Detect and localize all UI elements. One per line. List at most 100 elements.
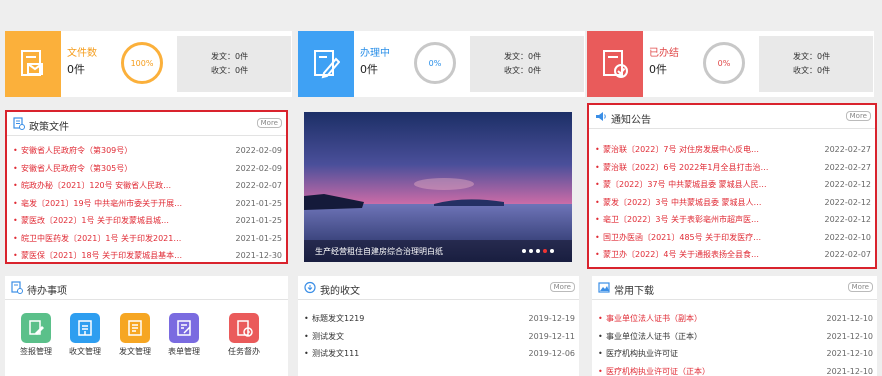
carousel-dot[interactable] bbox=[550, 249, 554, 253]
stat-received: 收文：0件 bbox=[211, 66, 249, 75]
sign-edit-icon bbox=[29, 320, 44, 335]
item-title[interactable]: 国卫办医函〔2021〕485号 关于印发医疗… bbox=[603, 229, 761, 247]
item-date: 2021-12-10 bbox=[826, 366, 874, 376]
list-item[interactable]: • 蒙医改〔2022〕1号 关于印发蒙城县城… 2021-01-25 bbox=[13, 212, 282, 230]
todo-item[interactable]: 签报管理 bbox=[14, 313, 58, 357]
todo-panel-header: 待办事项 bbox=[5, 276, 288, 300]
item-title[interactable]: 安徽省人民政府令（第305号） bbox=[21, 160, 132, 178]
item-title[interactable]: 标题发文1219 bbox=[312, 310, 364, 328]
item-title[interactable]: 事业单位法人证书（正本） bbox=[606, 328, 702, 346]
downloads-panel: 常用下载 More • 事业单位法人证书（副本） 2021-12-10 • 事业单位法人… bbox=[592, 276, 877, 376]
document-pen-icon bbox=[314, 50, 340, 79]
list-item[interactable]: • 蒙医保〔2021〕18号 关于印发蒙城县基本… 2021-12-30 bbox=[13, 247, 282, 265]
list-item[interactable]: • 蒙卫办〔2022〕4号 关于通报表扬全县食… 2022-02-07 bbox=[595, 246, 871, 264]
bullet: • bbox=[595, 145, 600, 154]
todo-icon-box[interactable] bbox=[70, 313, 100, 343]
todo-icon-box[interactable] bbox=[21, 313, 51, 343]
item-title[interactable]: 亳卫〔2022〕3号 关于表彰亳州市超声医… bbox=[603, 211, 759, 229]
stat-card[interactable]: 办理中 0件 0% 发文：0件 收文：0件 bbox=[298, 31, 585, 97]
stat-sent: 发文：0件 bbox=[793, 52, 831, 61]
item-title[interactable]: 医疗机构执业许可证（正本） bbox=[606, 363, 710, 376]
list-item[interactable]: • 亳发〔2021〕19号 中共亳州市委关于开展… 2021-01-25 bbox=[13, 195, 282, 213]
banner-carousel[interactable]: 生产经营租住自建房综合治理明白纸 bbox=[304, 112, 572, 262]
stat-card[interactable]: 文件数 0件 100% 发文：0件 收文：0件 bbox=[5, 31, 292, 97]
item-title[interactable]: 蒙医改〔2022〕1号 关于印发蒙城县城… bbox=[21, 212, 169, 230]
item-title[interactable]: 皖政办秘〔2021〕120号 安徽省人民政… bbox=[21, 177, 171, 195]
todo-label: 收文管理 bbox=[69, 347, 101, 356]
task-clock-icon bbox=[237, 320, 253, 337]
todo-item[interactable]: 任务督办 bbox=[222, 313, 266, 357]
todo-item[interactable]: 收文管理 bbox=[63, 313, 107, 357]
notice-more-button[interactable]: More bbox=[845, 111, 871, 121]
carousel-dot[interactable] bbox=[522, 249, 526, 253]
list-item[interactable]: • 皖卫中医药发〔2021〕1号 关于印发2021… 2021-01-25 bbox=[13, 230, 282, 248]
stat-icon-box bbox=[298, 31, 354, 97]
stat-count: 0件 bbox=[67, 63, 85, 76]
bullet: • bbox=[595, 162, 600, 172]
item-title[interactable]: 皖卫中医药发〔2021〕1号 关于印发2021… bbox=[21, 230, 181, 248]
list-item[interactable]: • 测试发文111 2019-12-06 bbox=[304, 345, 575, 363]
document-check-icon bbox=[603, 50, 628, 78]
list-item[interactable]: • 蒙〔2022〕37号 中共蒙城县委 蒙城县人民… 2022-02-12 bbox=[595, 176, 871, 194]
list-item[interactable]: • 测试发文 2019-12-11 bbox=[304, 328, 575, 346]
policy-more-button[interactable]: More bbox=[256, 118, 282, 128]
notice-panel-header: 通知公告 More bbox=[589, 105, 875, 129]
list-item[interactable]: • 蒙发〔2022〕3号 中共蒙城县委 蒙城县人… 2022-02-12 bbox=[595, 194, 871, 212]
list-item[interactable]: • 亳卫〔2022〕3号 关于表彰亳州市超声医… 2022-02-12 bbox=[595, 211, 871, 229]
item-title[interactable]: 蒙治联〔2022〕7号 对住房发展中心反电… bbox=[603, 141, 759, 159]
todo-icon-box[interactable] bbox=[120, 313, 150, 343]
item-title[interactable]: 蒙治联〔2022〕6号 2022年1月全县打击治… bbox=[603, 159, 768, 177]
todo-item[interactable]: 表单管理 bbox=[162, 313, 206, 357]
item-date: 2021-01-25 bbox=[235, 233, 283, 243]
stat-progress-ring: 100% bbox=[121, 42, 163, 84]
item-date: 2022-02-07 bbox=[235, 181, 283, 190]
todo-item[interactable]: 发文管理 bbox=[113, 313, 157, 357]
received-more-button[interactable]: More bbox=[549, 282, 575, 292]
list-item[interactable]: • 安徽省人民政府令（第309号） 2022-02-09 bbox=[13, 142, 282, 160]
list-item[interactable]: • 标题发文1219 2019-12-19 bbox=[304, 310, 575, 328]
item-title[interactable]: 蒙卫办〔2022〕4号 关于通报表扬全县食… bbox=[603, 246, 759, 264]
downloads-list: • 事业单位法人证书（副本） 2021-12-10 • 事业单位法人证书（正本） 2021… bbox=[598, 310, 873, 376]
stat-card[interactable]: 已办结 0件 0% 发文：0件 收文：0件 bbox=[587, 31, 874, 97]
item-title[interactable]: 蒙发〔2022〕3号 中共蒙城县委 蒙城县人… bbox=[603, 194, 762, 212]
item-date: 2022-02-12 bbox=[824, 197, 872, 207]
item-title[interactable]: 测试发文111 bbox=[312, 345, 359, 363]
item-title[interactable]: 测试发文 bbox=[312, 328, 344, 346]
list-item[interactable]: • 医疗机构执业许可证 2021-12-10 bbox=[598, 345, 873, 363]
bullet: • bbox=[13, 146, 18, 155]
stat-breakdown: 发文：0件 收文：0件 bbox=[759, 36, 873, 92]
list-item[interactable]: • 事业单位法人证书（副本） 2021-12-10 bbox=[598, 310, 873, 328]
item-title[interactable]: 事业单位法人证书（副本） bbox=[606, 310, 702, 328]
list-item[interactable]: • 医疗机构执业许可证（正本） 2021-12-10 bbox=[598, 363, 873, 376]
item-title[interactable]: 亳发〔2021〕19号 中共亳州市委关于开展… bbox=[21, 195, 182, 213]
item-date: 2021-01-25 bbox=[235, 198, 283, 208]
list-item[interactable]: • 事业单位法人证书（正本） 2021-12-10 bbox=[598, 328, 873, 346]
stat-breakdown: 发文：0件 收文：0件 bbox=[470, 36, 584, 92]
item-title[interactable]: 医疗机构执业许可证 bbox=[606, 345, 678, 363]
todo-icon-box[interactable] bbox=[229, 313, 259, 343]
stat-icon-box bbox=[5, 31, 61, 97]
list-item[interactable]: • 蒙治联〔2022〕6号 2022年1月全县打击治… 2022-02-27 bbox=[595, 159, 871, 177]
list-item[interactable]: • 皖政办秘〔2021〕120号 安徽省人民政… 2022-02-07 bbox=[13, 177, 282, 195]
inbox-doc-icon bbox=[78, 320, 92, 336]
list-item[interactable]: • 安徽省人民政府令（第305号） 2022-02-09 bbox=[13, 160, 282, 178]
list-item[interactable]: • 蒙治联〔2022〕7号 对住房发展中心反电… 2022-02-27 bbox=[595, 141, 871, 159]
carousel-dot[interactable] bbox=[536, 249, 540, 253]
item-title[interactable]: 蒙医保〔2021〕18号 关于印发蒙城县基本… bbox=[21, 247, 182, 265]
todo-icon-box[interactable] bbox=[169, 313, 199, 343]
banner-caption: 生产经营租住自建房综合治理明白纸 bbox=[315, 247, 443, 256]
bullet: • bbox=[304, 349, 309, 358]
notice-panel: 通知公告 More • 蒙治联〔2022〕7号 对住房发展中心反电… 2022-02… bbox=[587, 103, 877, 269]
item-date: 2022-02-10 bbox=[824, 232, 872, 242]
carousel-dot-active[interactable] bbox=[543, 249, 547, 253]
bullet: • bbox=[13, 163, 18, 173]
item-title[interactable]: 蒙〔2022〕37号 中共蒙城县委 蒙城县人民… bbox=[603, 176, 767, 194]
list-item[interactable]: • 国卫办医函〔2021〕485号 关于印发医疗… 2022-02-10 bbox=[595, 229, 871, 247]
carousel-dot[interactable] bbox=[529, 249, 533, 253]
bullet: • bbox=[595, 250, 600, 259]
item-title[interactable]: 安徽省人民政府令（第309号） bbox=[21, 142, 132, 160]
received-list: • 标题发文1219 2019-12-19 • 测试发文 2019-12-11 • 测试发文1… bbox=[304, 310, 575, 363]
downloads-more-button[interactable]: More bbox=[847, 282, 873, 292]
bullet: • bbox=[595, 197, 600, 207]
received-title: 我的收文 bbox=[320, 286, 360, 297]
